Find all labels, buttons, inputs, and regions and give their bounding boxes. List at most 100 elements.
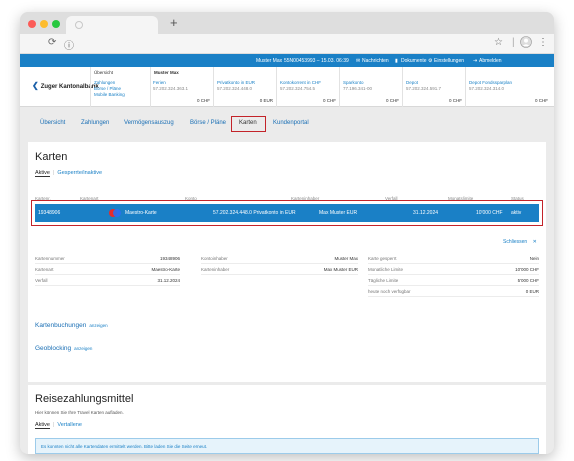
detail-value: Maestro-Karte <box>151 267 180 272</box>
nav-cards[interactable]: Karten <box>239 120 257 126</box>
cell-monthly-limit: 10'000 CHF <box>476 210 503 216</box>
loading-icon <box>75 21 83 29</box>
card-bookings-show-link[interactable]: anzeigen <box>89 323 107 328</box>
travel-subtabs: Aktive | Vertallene <box>35 422 82 429</box>
detail-value: Muster Max <box>334 256 358 261</box>
bookmark-star-icon[interactable]: ☆ <box>494 37 503 48</box>
account-number: 57.202.324.314.0 <box>469 86 505 91</box>
tab-active-cards[interactable]: Aktive <box>35 170 50 177</box>
minimize-window-button[interactable] <box>40 20 48 28</box>
documents-link[interactable]: Dokumente <box>401 58 427 64</box>
reload-icon[interactable]: ⟳ <box>48 37 56 48</box>
cards-panel: Karten Aktive | Gesperrte/inaktive Kartenr… <box>28 142 546 382</box>
nav-payments[interactable]: Zahlungen <box>81 120 109 126</box>
tab-active-travel[interactable]: Aktive <box>35 422 50 429</box>
maximize-window-button[interactable] <box>52 20 60 28</box>
geoblocking-title: Geoblocking <box>35 345 72 352</box>
close-icon: ✕ <box>532 239 537 245</box>
overview-link[interactable]: Übersicht <box>94 70 113 75</box>
cell-account: 57.202.324.448.0 Privatkonto in EUR <box>213 210 296 216</box>
account-tile[interactable]: Kontokorrent in CHF 57.202.324.754.5 0 C… <box>276 67 339 107</box>
account-name: Privatkonto in EUR <box>217 80 256 85</box>
nav-overview[interactable]: Übersicht <box>40 120 65 126</box>
stock-plans-link[interactable]: Börse / Pläne <box>94 86 121 91</box>
detail-row: Karteninhaber Max Muster EUR <box>201 265 358 275</box>
account-tile[interactable]: Sparkonto 77.196.341-00 0 CHF <box>339 67 402 107</box>
quick-links-column: Übersicht Zahlungen Börse / Pläne Mobile… <box>90 67 150 107</box>
geoblocking-show-link[interactable]: anzeigen <box>74 346 92 351</box>
browser-tab[interactable] <box>66 16 158 34</box>
messages-link[interactable]: Nachrichten <box>362 58 389 64</box>
account-name: Ferien <box>153 80 166 85</box>
user-name: Muster Max <box>256 58 283 64</box>
separator-icon: | <box>512 37 515 48</box>
tab-expired-travel[interactable]: Vertallene <box>57 422 81 428</box>
account-amount: 0 CHF <box>534 98 548 103</box>
nav-stock-plans[interactable]: Börse / Pläne <box>190 120 226 126</box>
cell-status: aktiv <box>511 210 522 216</box>
detail-value: Nein <box>529 256 539 261</box>
geoblocking-section: Geoblocking anzeigen <box>35 345 92 352</box>
site-top-bar: Muster Max 55N00453993 – 15.03. 06:39 ✉ … <box>20 54 554 67</box>
detail-label: Kartennummer <box>35 256 65 261</box>
table-row[interactable]: 19348906 Maestro-Karte 57.202.324.448.0 … <box>35 204 539 222</box>
travel-panel: Reisezahlungsmittel Hier können Sie Ihre… <box>28 385 546 454</box>
detail-row: Kartennummer 19348906 <box>35 254 180 264</box>
detail-row: Verfall 31.12.2024 <box>35 276 180 286</box>
account-amount: 0 CHF <box>322 98 336 103</box>
cell-holder: Max Muster EUR <box>319 210 358 216</box>
account-tile[interactable]: Depot Fondssparplan 57.202.324.314.0 0 C… <box>465 67 551 107</box>
nav-asset-statement[interactable]: Vermögensauszug <box>124 120 174 126</box>
account-name: Sparkonto <box>343 80 364 85</box>
main-nav: Übersicht Zahlungen Vermögensauszug Börs… <box>20 107 554 147</box>
cards-title: Karten <box>35 151 68 163</box>
new-tab-plus-icon[interactable]: + <box>170 15 178 30</box>
card-bookings-section: Kartenbuchungen anzeigen <box>35 322 108 329</box>
logout-link[interactable]: Abmelden <box>479 58 502 64</box>
close-window-button[interactable] <box>28 20 36 28</box>
account-overview-strip: ❮ Zuger Kantonalbank Übersicht Zahlungen … <box>20 67 554 107</box>
logout-icon: ⇥ <box>473 58 478 64</box>
account-number: 77.196.341-00 <box>343 86 373 91</box>
tab-blocked-cards[interactable]: Gesperrte/inaktive <box>57 170 102 176</box>
detail-row: Monatliche Limite 10'000 CHF <box>368 265 539 275</box>
browser-window: + ⟳ ⓘ ☆ | ⋮ Muster Max 55N00453993 – 15.… <box>20 12 554 454</box>
profile-avatar-icon[interactable] <box>520 36 532 51</box>
mobile-banking-link[interactable]: Mobile Banking <box>94 92 125 97</box>
browser-titlebar: + <box>20 12 554 34</box>
payments-link[interactable]: Zahlungen <box>94 80 115 85</box>
detail-row: Karte gesperrt Nein <box>368 254 539 264</box>
nav-customer-portal[interactable]: Kundenportal <box>273 120 309 126</box>
close-details-button[interactable]: Schliessen ✕ <box>503 239 537 245</box>
detail-label: Verfall <box>35 278 48 283</box>
card-bookings-title: Kartenbuchungen <box>35 322 87 329</box>
detail-label: Karteninhaber <box>201 267 230 272</box>
info-icon[interactable]: ⓘ <box>64 37 74 52</box>
detail-value: Max Muster EUR <box>323 267 358 272</box>
close-details-label: Schliessen <box>503 239 528 245</box>
cards-subtabs: Aktive | Gesperrte/inaktive <box>35 170 102 177</box>
detail-value: 0 EUR <box>525 289 539 294</box>
account-amount: 0 EUR <box>259 98 273 103</box>
account-amount: 0 CHF <box>448 98 462 103</box>
detail-row: Kartenart Maestro-Karte <box>35 265 180 275</box>
gear-icon: ⚙ <box>428 58 433 64</box>
detail-value: 10'000 CHF <box>515 267 539 272</box>
info-message: Es konnten nicht alle Kartendaten ermitt… <box>35 438 539 454</box>
tab-separator: | <box>52 422 55 428</box>
account-number: 57.202.324.754.5 <box>280 86 316 91</box>
cell-card-type: Maestro-Karte <box>125 210 157 216</box>
account-tile[interactable]: Ferien 57.202.324.363.1 0 CHF <box>150 67 213 107</box>
account-amount: 0 CHF <box>385 98 399 103</box>
bank-logo-icon: ❮ <box>32 81 39 90</box>
account-tile[interactable]: Privatkonto in EUR 57.202.324.448.0 0 EU… <box>213 67 276 107</box>
settings-link[interactable]: Einstellungen <box>434 58 464 64</box>
account-name: Kontokorrent in CHF <box>280 80 322 85</box>
detail-row: heute noch verfügbar 0 EUR <box>368 287 539 297</box>
tab-separator: | <box>52 170 55 176</box>
detail-row: Kontoinhaber Muster Max <box>201 254 358 264</box>
cell-expiry: 31.12.2024 <box>413 210 439 216</box>
account-tile[interactable]: Depot 57.202.324.591.7 0 CHF <box>402 67 465 107</box>
bank-logo[interactable]: ❮ Zuger Kantonalbank <box>32 81 99 90</box>
browser-menu-icon[interactable]: ⋮ <box>538 37 548 48</box>
